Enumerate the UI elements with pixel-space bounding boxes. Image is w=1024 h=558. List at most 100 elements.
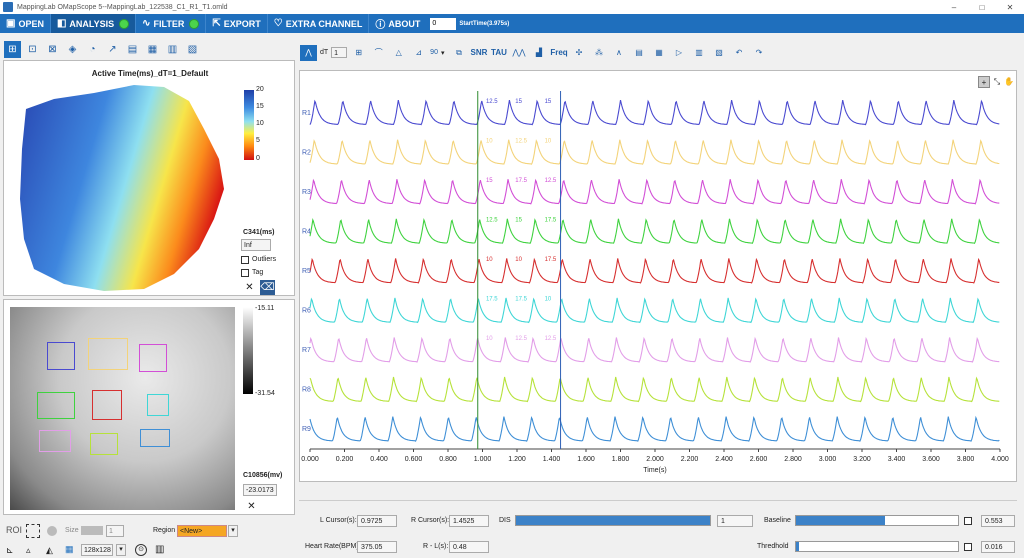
drop-icon[interactable]: ◈ (64, 41, 81, 58)
heart-rate-value[interactable]: 375.05 (357, 541, 397, 553)
minimize-button[interactable]: – (940, 3, 968, 12)
activation-map-image[interactable] (14, 79, 229, 294)
redo-icon[interactable]: ↷ (750, 45, 767, 61)
baseline-slider[interactable] (795, 515, 959, 526)
maximize-button[interactable]: □ (968, 3, 996, 12)
trace-line (309, 257, 1000, 284)
l-cursor-value[interactable]: 0.9725 (357, 515, 397, 527)
roi-box[interactable] (139, 344, 167, 372)
freq-button[interactable]: Freq (550, 45, 567, 61)
menu-open[interactable]: ▣ OPEN (0, 14, 50, 33)
roi-button[interactable]: ROI (6, 525, 22, 535)
flip-icon[interactable]: ▵ (26, 545, 31, 556)
peak-detect-icon[interactable]: ⋀ (300, 44, 317, 61)
tag-checkbox[interactable] (241, 269, 249, 277)
dis-slider[interactable] (515, 515, 711, 526)
undo-icon[interactable]: ↶ (730, 45, 747, 61)
roi-box[interactable] (90, 433, 118, 455)
save-icon[interactable]: ▤ (630, 45, 647, 61)
image-icon[interactable]: ▦ (144, 41, 161, 58)
wrench-icon[interactable]: ✕ (242, 280, 257, 295)
slope-icon[interactable]: ⊿ (410, 45, 427, 61)
snr-button[interactable]: SNR (470, 45, 488, 61)
dis-value[interactable]: 1 (717, 515, 753, 527)
threshold-slider[interactable] (795, 541, 959, 552)
roi-box[interactable] (88, 338, 128, 370)
eraser-icon[interactable]: ⌫ (260, 280, 275, 295)
network-icon[interactable]: ✣ (570, 45, 587, 61)
c341-value[interactable]: Inf (241, 239, 271, 251)
r-cursor-value[interactable]: 1.4525 (449, 515, 489, 527)
line-icon[interactable]: ∧ (610, 45, 627, 61)
dt-input[interactable]: 1 (331, 47, 348, 58)
outliers-checkbox[interactable] (241, 256, 249, 264)
threshold-checkbox[interactable] (964, 543, 972, 551)
peak-label: 12.5 (486, 99, 498, 105)
trace-label: R8 (302, 387, 311, 394)
picture-icon[interactable]: ▦ (650, 45, 667, 61)
region-select[interactable]: <New> (177, 525, 227, 537)
grid-select-icon[interactable]: ⊞ (350, 45, 367, 61)
crop-icon[interactable]: ⊾ (6, 545, 14, 556)
mirror-icon[interactable]: ◭ (46, 545, 53, 556)
scatter-icon[interactable]: ⁂ (590, 45, 607, 61)
roi-box[interactable] (37, 392, 75, 419)
tools-icon[interactable]: ✕ (244, 499, 259, 514)
report-icon[interactable]: ▧ (710, 45, 727, 61)
menu-filter[interactable]: ∿ FILTER (136, 14, 205, 33)
size-slider[interactable] (81, 526, 103, 535)
circle-select-icon[interactable] (47, 526, 57, 536)
table-icon[interactable]: ▥ (690, 45, 707, 61)
menu-analysis[interactable]: ◧ ANALYSIS (50, 14, 136, 33)
roi-box[interactable] (140, 429, 170, 447)
triangle-icon[interactable]: △ (390, 45, 407, 61)
chevron-down-icon[interactable]: ▾ (441, 49, 445, 57)
roi-box[interactable] (47, 342, 75, 370)
trend-icon[interactable]: ⌒ (370, 45, 387, 61)
histogram-icon[interactable]: ▟ (530, 45, 547, 61)
baseline-checkbox[interactable] (964, 517, 972, 525)
resolution-select[interactable]: 128x128 (81, 544, 113, 556)
activation-map-icon[interactable]: ⊡ (24, 41, 41, 58)
play-icon[interactable]: ▷ (670, 45, 687, 61)
c10856-label: C10856(mv) (243, 472, 283, 479)
trace-label: R1 (302, 110, 311, 117)
rl-value[interactable]: 0.48 (449, 541, 489, 553)
gauge-icon[interactable]: ◔ (84, 41, 101, 58)
binning-icon[interactable]: ▦ (65, 544, 74, 555)
trace-chart[interactable]: 0.000 0.200 0.400 0.600 0.800 1.000 1.200 1.400… (300, 71, 1018, 483)
start-time-input[interactable]: 0 (430, 17, 457, 30)
roi-box[interactable] (39, 430, 71, 452)
multi-peak-icon[interactable]: ⋀⋀ (510, 45, 527, 61)
tau-button[interactable]: TAU (490, 45, 507, 61)
roi-map-icon[interactable]: ⊠ (44, 41, 61, 58)
zoom-icon[interactable]: ⤡ (991, 76, 1003, 88)
x-tick-label: 0.000 (301, 456, 319, 463)
angle-value[interactable]: 90 (430, 49, 438, 56)
crosshair-icon[interactable]: + (978, 76, 990, 88)
menu-extra-channel[interactable]: ♡ EXTRA CHANNEL (268, 14, 369, 33)
c10856-value[interactable]: -23.0173 (243, 484, 277, 496)
size-value[interactable]: 1 (106, 525, 124, 537)
trace-plot[interactable]: + ⤡ ✋ 0.000 0.200 0.400 0.600 0.800 1.000 1.20… (299, 70, 1017, 482)
roi-box[interactable] (147, 394, 169, 416)
pan-icon[interactable]: ✋ (1003, 76, 1015, 88)
export-image-icon[interactable]: ▧ (184, 41, 201, 58)
roi-box[interactable] (92, 390, 122, 420)
rect-select-icon[interactable] (26, 524, 40, 538)
grid-view-icon[interactable]: ⊞ (4, 41, 21, 58)
target-icon[interactable]: ⊙ (135, 544, 147, 556)
baseline-value[interactable]: 0.553 (981, 515, 1015, 527)
save-map-icon[interactable]: ▤ (124, 41, 141, 58)
threshold-value[interactable]: 0.016 (981, 541, 1015, 553)
close-button[interactable]: ✕ (996, 3, 1024, 12)
split-icon[interactable]: ⧉ (450, 45, 467, 61)
chevron-down-icon[interactable]: ▾ (116, 544, 126, 556)
chevron-down-icon[interactable]: ▾ (228, 525, 238, 537)
menu-export[interactable]: ⇱ EXPORT (206, 14, 266, 33)
film-icon[interactable]: ▥ (164, 41, 181, 58)
film-strip-icon[interactable]: ▥ (155, 544, 164, 555)
menu-about[interactable]: ⓘ ABOUT (369, 14, 426, 33)
vector-icon[interactable]: ↗ (104, 41, 121, 58)
peak-label: 17.5 (515, 297, 527, 303)
